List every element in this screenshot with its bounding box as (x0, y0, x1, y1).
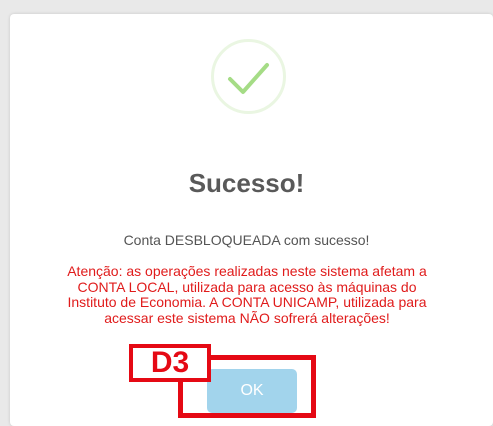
dialog-message: Conta DESBLOQUEADA com sucesso! (123, 232, 370, 248)
warning-text: Atenção: as operações realizadas neste s… (14, 263, 480, 326)
warning-line: CONTA LOCAL, utilizada para acesso às má… (77, 278, 417, 295)
warning-line: Atenção: as operações realizadas neste s… (67, 263, 427, 279)
ok-button[interactable]: OK (207, 369, 297, 413)
checkmark-circle-icon (210, 38, 287, 115)
dialog-title: Sucesso! (188, 168, 305, 198)
warning-line: Instituto de Economia. A CONTA UNICAMP, … (67, 294, 427, 310)
warning-line: acessar este sistema NÃO sofrerá alteraç… (104, 309, 390, 326)
annotation-step-label: D3 (129, 344, 211, 382)
